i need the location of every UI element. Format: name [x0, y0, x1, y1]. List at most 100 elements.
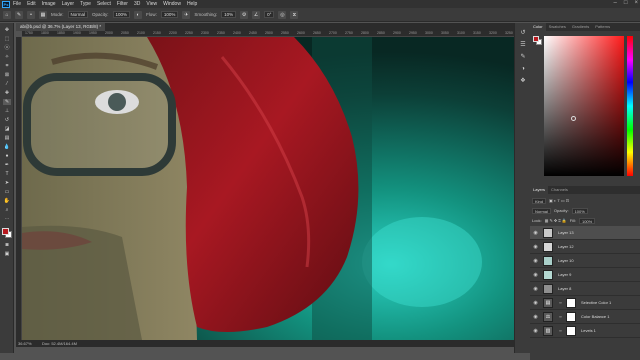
clone-stamp-icon[interactable]: ⊥ — [3, 108, 11, 114]
pen-tool-icon[interactable]: ✒ — [3, 162, 11, 168]
menu-filter[interactable]: Filter — [117, 1, 128, 7]
color-picker-field[interactable] — [544, 36, 624, 176]
screen-mode-icon[interactable]: ▣ — [3, 251, 11, 257]
layer-name[interactable]: Levels 1 — [581, 328, 596, 333]
layer-row[interactable]: ◉ ▤ ∞ Selective Color 1 — [530, 296, 640, 310]
move-tool-icon[interactable]: ✥ — [3, 27, 11, 33]
blend-mode-select[interactable]: Normal — [532, 207, 551, 214]
pressure-opacity-icon[interactable]: ◐ — [134, 10, 143, 19]
maximize-icon[interactable]: □ — [624, 0, 628, 6]
history-panel-icon[interactable]: ↺ — [519, 29, 527, 37]
smoothing-field[interactable]: 10% — [221, 11, 237, 18]
dodge-tool-icon[interactable]: ● — [3, 153, 11, 159]
layer-row[interactable]: ◉ Layer 9 — [530, 268, 640, 282]
photoshop-logo-icon[interactable]: Ps — [2, 0, 10, 8]
brush-settings-icon[interactable]: ▦ — [39, 10, 47, 19]
menu-type[interactable]: Type — [80, 1, 91, 7]
lasso-tool-icon[interactable]: ⓞ — [3, 45, 11, 51]
visibility-eye-icon[interactable]: ◉ — [532, 272, 539, 278]
layer-row[interactable]: ◉ Layer 12 — [530, 240, 640, 254]
menu-image[interactable]: Image — [42, 1, 56, 7]
rectangle-tool-icon[interactable]: ▭ — [3, 189, 11, 195]
document-tab[interactable]: ab@b.psd @ 36.7% (Layer 13, RGB/8) * — [16, 23, 106, 31]
quick-select-tool-icon[interactable]: ✧ — [3, 54, 11, 60]
visibility-eye-icon[interactable]: ◉ — [532, 286, 539, 292]
flow-field[interactable]: 100% — [160, 11, 179, 18]
type-tool-icon[interactable]: T — [3, 171, 11, 177]
visibility-eye-icon[interactable]: ◉ — [532, 328, 539, 334]
quick-mask-icon[interactable]: ◙ — [3, 242, 11, 248]
frame-tool-icon[interactable]: ⊠ — [3, 72, 11, 78]
brush-preset-icon[interactable]: • — [27, 10, 35, 19]
layer-row[interactable]: ◉ Layer 10 — [530, 254, 640, 268]
tab-patterns[interactable]: Patterns — [592, 23, 613, 31]
healing-brush-icon[interactable]: ✚ — [3, 90, 11, 96]
layer-row[interactable]: ◉ ▥ ∞ Levels 1 — [530, 324, 640, 338]
menu-edit[interactable]: Edit — [27, 1, 36, 7]
pressure-size-icon[interactable]: ◎ — [278, 10, 287, 19]
foreground-color-swatch[interactable] — [2, 228, 9, 235]
menu-file[interactable]: File — [13, 1, 21, 7]
angle-field[interactable]: 0° — [264, 11, 275, 18]
brush-tool-icon[interactable]: ✎ — [15, 10, 23, 19]
visibility-eye-icon[interactable]: ◉ — [532, 244, 539, 250]
menu-window[interactable]: Window — [163, 1, 181, 7]
more-tools-icon[interactable]: ⋯ — [3, 216, 11, 222]
layer-name[interactable]: Layer 12 — [558, 244, 574, 249]
smoothing-settings-icon[interactable]: ⚙ — [240, 10, 249, 19]
color-picker-cursor[interactable] — [571, 116, 576, 121]
lock-icons[interactable]: ▦ ✎ ✥ ⌗ 🔒 — [545, 218, 567, 223]
minimize-icon[interactable]: – — [614, 0, 617, 6]
hue-slider[interactable] — [627, 36, 633, 176]
fill-field[interactable]: 100% — [578, 217, 596, 224]
properties-panel-icon[interactable]: ☰ — [519, 41, 527, 49]
opacity-field[interactable]: 100% — [112, 11, 131, 18]
symmetry-icon[interactable]: ⧖ — [290, 10, 299, 19]
history-brush-icon[interactable]: ↺ — [3, 117, 11, 123]
adjustments-panel-icon[interactable]: ◑ — [519, 65, 527, 73]
layer-row[interactable]: ◉ Layer 13 — [530, 226, 640, 240]
menu-select[interactable]: Select — [97, 1, 111, 7]
eraser-tool-icon[interactable]: ◪ — [3, 126, 11, 132]
layer-name[interactable]: Color Balance 1 — [581, 314, 609, 319]
blur-tool-icon[interactable]: 💧 — [3, 144, 11, 150]
visibility-eye-icon[interactable]: ◉ — [532, 230, 539, 236]
marquee-tool-icon[interactable]: ⬚ — [3, 36, 11, 42]
close-icon[interactable]: × — [634, 0, 638, 6]
visibility-eye-icon[interactable]: ◉ — [532, 258, 539, 264]
document-canvas[interactable] — [22, 37, 514, 340]
layer-row[interactable]: ◉ ⚖ ∞ Color Balance 1 — [530, 310, 640, 324]
eyedropper-tool-icon[interactable]: ⁄ — [3, 81, 11, 87]
home-icon[interactable]: ⌂ — [3, 10, 11, 19]
visibility-eye-icon[interactable]: ◉ — [532, 300, 539, 306]
gradient-tool-icon[interactable]: ▤ — [3, 135, 11, 141]
tab-gradients[interactable]: Gradients — [569, 23, 592, 31]
hand-tool-icon[interactable]: ✋ — [3, 198, 11, 204]
layer-name[interactable]: Layer 10 — [558, 258, 574, 263]
layer-name[interactable]: Layer 8 — [558, 286, 571, 291]
mode-select[interactable]: Normal — [67, 11, 89, 18]
brush-tool-icon[interactable]: ✎ — [3, 99, 11, 105]
layer-name[interactable]: Layer 9 — [558, 272, 571, 277]
path-select-icon[interactable]: ➤ — [3, 180, 11, 186]
brush-settings-panel-icon[interactable]: ✎ — [519, 53, 527, 61]
tab-channels[interactable]: Channels — [548, 186, 571, 194]
zoom-level[interactable]: 36.67% — [18, 341, 32, 346]
kind-filter-select[interactable]: Kind — [532, 197, 547, 204]
tab-color[interactable]: Color — [530, 23, 546, 31]
crop-tool-icon[interactable]: ⌗ — [3, 63, 11, 69]
libraries-panel-icon[interactable]: ❖ — [519, 77, 527, 85]
layer-row[interactable]: ◉ Layer 8 — [530, 282, 640, 296]
tab-layers[interactable]: Layers — [530, 186, 549, 194]
menu-layer[interactable]: Layer — [62, 1, 75, 7]
airbrush-icon[interactable]: ✈ — [182, 10, 191, 19]
menu-3d[interactable]: 3D — [134, 1, 140, 7]
zoom-tool-icon[interactable]: ⌕ — [3, 207, 11, 213]
layer-name[interactable]: Layer 13 — [558, 230, 574, 235]
filter-icons[interactable]: ▣ ◐ T ▭ ⊡ — [549, 198, 569, 203]
layer-name[interactable]: Selective Color 1 — [581, 300, 611, 305]
menu-view[interactable]: View — [146, 1, 157, 7]
menu-help[interactable]: Help — [187, 1, 197, 7]
color-fg-swatch[interactable] — [533, 36, 539, 42]
layer-opacity-field[interactable]: 100% — [571, 207, 588, 214]
